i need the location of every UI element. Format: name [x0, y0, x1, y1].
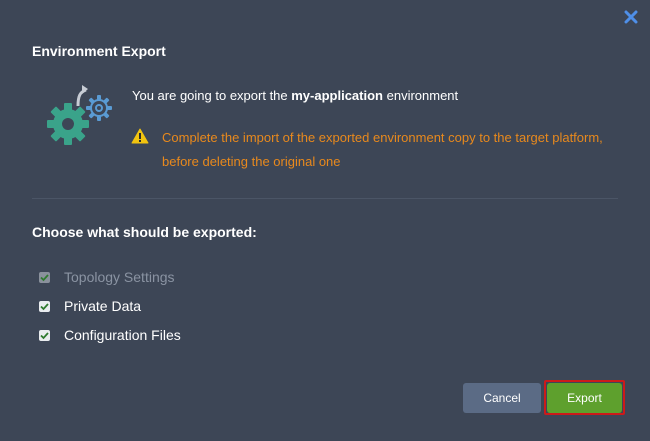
message-prefix: You are going to export the — [132, 88, 292, 103]
warning-text: Complete the import of the exported envi… — [162, 130, 603, 169]
private-data-label[interactable]: Private Data — [64, 298, 141, 314]
configuration-files-label[interactable]: Configuration Files — [64, 327, 181, 343]
warning-icon — [131, 128, 149, 144]
topology-settings-checkbox — [39, 271, 50, 283]
option-private-data[interactable]: Private Data — [39, 297, 141, 315]
private-data-checkbox[interactable] — [39, 300, 50, 312]
section-title: Choose what should be exported: — [32, 224, 257, 240]
divider — [32, 198, 618, 199]
option-topology-settings: Topology Settings — [39, 268, 175, 286]
check-icon — [40, 273, 49, 281]
check-icon — [40, 302, 49, 310]
check-icon — [40, 331, 49, 339]
export-message: You are going to export the my-applicati… — [132, 88, 458, 103]
close-icon[interactable] — [622, 8, 640, 26]
environment-export-dialog: Environment Export You are going to expo… — [0, 0, 650, 441]
topology-settings-label: Topology Settings — [64, 269, 175, 285]
message-suffix: environment — [383, 88, 459, 103]
export-button[interactable]: Export — [547, 383, 622, 413]
environment-name: my-application — [291, 88, 383, 103]
configuration-files-checkbox[interactable] — [39, 329, 50, 341]
option-configuration-files[interactable]: Configuration Files — [39, 326, 181, 344]
gears-export-icon — [44, 84, 116, 148]
cancel-button[interactable]: Cancel — [463, 383, 541, 413]
dialog-title: Environment Export — [32, 43, 166, 59]
